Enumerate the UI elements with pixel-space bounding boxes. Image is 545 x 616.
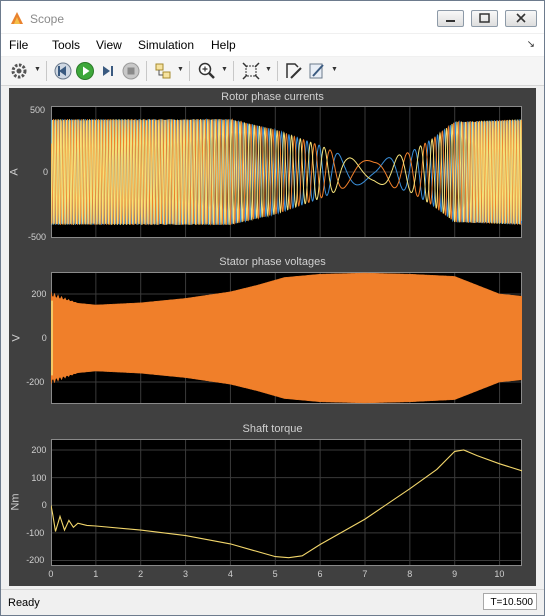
- menu-view[interactable]: View: [96, 38, 122, 52]
- menu-simulation[interactable]: Simulation: [138, 38, 194, 52]
- x-tick-label: 8: [407, 569, 413, 579]
- chevron-down-icon[interactable]: ▼: [34, 66, 41, 73]
- toolbar-separator: [46, 61, 47, 81]
- style-icon: [309, 63, 324, 79]
- minimize-button[interactable]: [437, 10, 464, 27]
- highlight-block-icon: [286, 63, 302, 79]
- toolbar-separator: [189, 61, 190, 81]
- close-icon: [516, 13, 526, 23]
- close-button[interactable]: [505, 10, 537, 27]
- x-tick-label: 0: [48, 569, 54, 579]
- configuration-button[interactable]: [9, 61, 29, 81]
- x-tick-label: 5: [272, 569, 278, 579]
- menu-help[interactable]: Help: [211, 38, 236, 52]
- step-back-icon: [54, 62, 72, 80]
- signal-select-button[interactable]: [153, 61, 173, 81]
- maximize-button[interactable]: [471, 10, 498, 27]
- y-tick-label: 200: [31, 445, 47, 456]
- y-axis-label: V: [10, 334, 23, 342]
- minimize-icon: [446, 20, 455, 22]
- menu-tools[interactable]: Tools: [52, 38, 80, 52]
- menu-file[interactable]: File: [9, 38, 28, 52]
- scope-display: Rotor phase currents A 500 0 -500 Stator…: [9, 88, 536, 586]
- y-axis-label: Nm: [9, 493, 22, 511]
- toolbar-separator: [146, 61, 147, 81]
- series-area-orange: [50, 272, 523, 404]
- stop-icon: [122, 62, 140, 80]
- autoscale-icon: [242, 62, 260, 80]
- y-tick-label: 500: [30, 105, 46, 115]
- signal-select-icon: [155, 63, 171, 79]
- step-forward-icon: [103, 66, 113, 76]
- y-tick-label: 0: [41, 500, 47, 511]
- y-tick-label: 100: [31, 472, 47, 483]
- zoom-button[interactable]: [197, 61, 217, 81]
- toolbar: ▼ ▼ ▼ ▼ ▼: [1, 57, 544, 86]
- axes-title: Rotor phase currents: [221, 91, 324, 103]
- simulation-time: T=10.500: [483, 593, 537, 610]
- plot-rotor-currents: [50, 105, 523, 239]
- step-forward-button[interactable]: [98, 61, 118, 81]
- y-tick-label: -200: [26, 555, 45, 566]
- series-line-torque: [50, 449, 523, 559]
- stop-button[interactable]: [121, 61, 141, 81]
- axes-title: Shaft torque: [242, 423, 303, 435]
- toolbar-separator: [277, 61, 278, 81]
- plot-shaft-torque: [50, 439, 523, 566]
- chevron-down-icon[interactable]: ▼: [265, 66, 272, 73]
- y-tick-label: 200: [31, 289, 47, 299]
- autoscale-button[interactable]: [241, 61, 261, 81]
- chevron-down-icon[interactable]: ▼: [177, 66, 184, 73]
- run-icon: [76, 62, 94, 80]
- axes-shaft-torque[interactable]: [50, 439, 523, 566]
- gear-icon: [11, 63, 27, 79]
- x-tick-label: 10: [494, 569, 505, 579]
- scope-app-icon: [11, 12, 23, 24]
- y-axis-label: A: [8, 168, 21, 176]
- axes-rotor-currents[interactable]: [50, 105, 523, 239]
- axes-title: Stator phase voltages: [219, 256, 326, 268]
- axes-frame: [51, 439, 522, 566]
- step-back-button[interactable]: [53, 61, 73, 81]
- x-tick-label: 9: [452, 569, 458, 579]
- x-tick-label: 2: [138, 569, 144, 579]
- y-tick-label: -500: [28, 232, 47, 242]
- maximize-icon: [479, 13, 490, 23]
- y-tick-label: -100: [26, 527, 45, 538]
- toolbar-separator: [233, 61, 234, 81]
- chevron-down-icon[interactable]: ▼: [331, 66, 338, 73]
- x-tick-label: 4: [227, 569, 233, 579]
- x-tick-label: 3: [182, 569, 188, 579]
- x-tick-label: 6: [317, 569, 323, 579]
- zoom-icon: [198, 62, 215, 79]
- window-title: Scope: [30, 12, 65, 26]
- plot-stator-voltages: [50, 272, 523, 404]
- scope-window: Scope File Tools View Simulation Help ↘ …: [0, 0, 545, 616]
- x-tick-label: 7: [362, 569, 368, 579]
- run-button[interactable]: [75, 61, 95, 81]
- x-tick-label: 1: [93, 569, 99, 579]
- axes-stator-voltages[interactable]: [50, 272, 523, 404]
- y-tick-label: 0: [41, 333, 47, 343]
- y-tick-label: -200: [26, 377, 45, 387]
- chevron-down-icon[interactable]: ▼: [221, 66, 228, 73]
- title-bar[interactable]: Scope: [1, 1, 544, 33]
- dock-pin-icon[interactable]: ↘: [527, 39, 535, 50]
- highlight-block-button[interactable]: [284, 61, 304, 81]
- menu-bar: File Tools View Simulation Help ↘: [1, 34, 544, 56]
- style-button[interactable]: [307, 61, 327, 81]
- y-tick-label: 0: [43, 167, 49, 177]
- status-text: Ready: [8, 597, 40, 609]
- status-bar: Ready T=10.500: [1, 589, 544, 615]
